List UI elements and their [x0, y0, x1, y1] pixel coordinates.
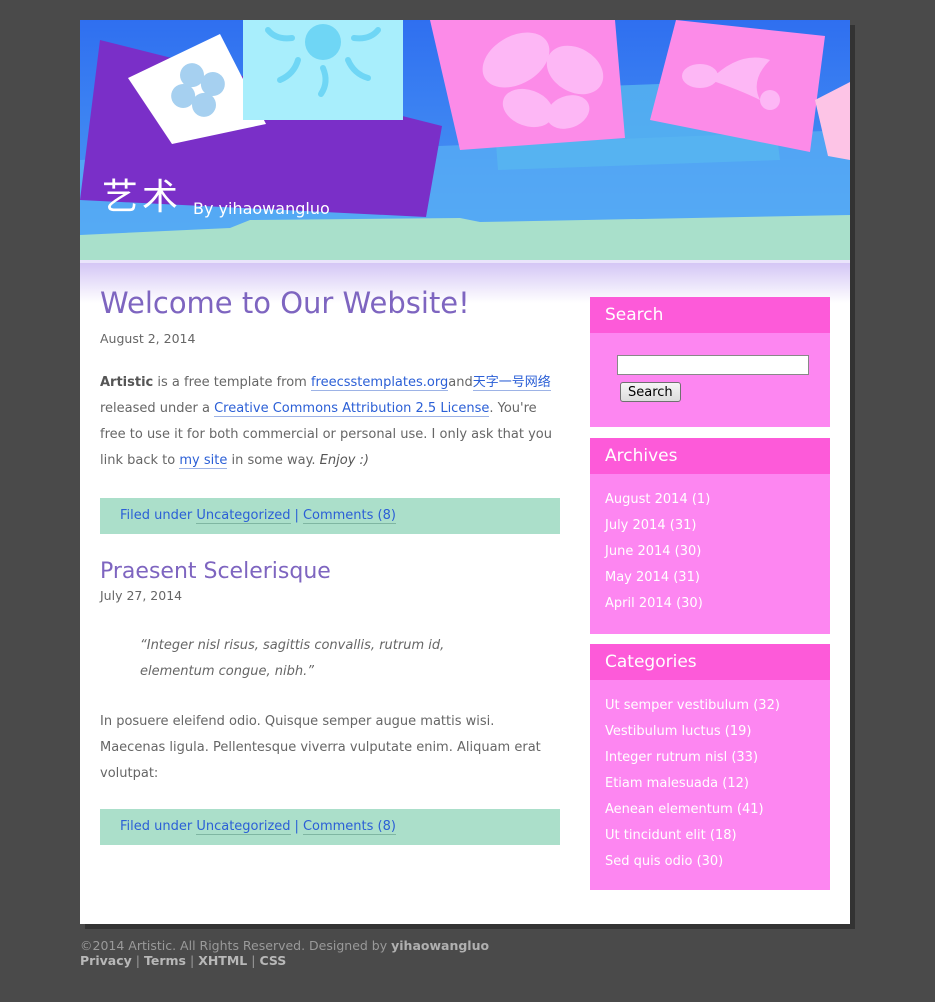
archives-list: August 2014 (1) July 2014 (31) June 2014… — [590, 474, 830, 617]
category-link[interactable]: Uncategorized — [196, 507, 291, 524]
comments-link[interactable]: Comments (8) — [302, 819, 396, 836]
main-content: Welcome to Our Website! August 2, 2014 A… — [100, 287, 560, 846]
link-license[interactable]: Creative Commons Attribution 2.5 License — [214, 400, 490, 417]
post-meta-bar: Filed under Uncategorized | Comments (8) — [100, 809, 560, 846]
archive-item[interactable]: May 2014 (31) — [605, 565, 830, 591]
meta-separator: | — [294, 819, 299, 835]
post-meta-bar: Filed under Uncategorized | Comments (8) — [100, 497, 560, 534]
meta-separator: | — [294, 507, 299, 523]
category-item[interactable]: Sed quis odio (30) — [605, 849, 830, 875]
filed-under-label: Filed under — [120, 819, 197, 835]
header-artwork — [80, 20, 850, 260]
category-item[interactable]: Aenean elementum (41) — [605, 797, 830, 823]
footer-link-css[interactable]: CSS — [259, 953, 286, 968]
site-author: By yihaowangluo — [193, 199, 330, 218]
post-text: released under a — [100, 400, 215, 416]
archive-item[interactable]: April 2014 (30) — [605, 591, 830, 617]
post-paragraph: In posuere eleifend odio. Quisque semper… — [100, 714, 541, 782]
link-freecsstemplates[interactable]: freecsstemplates.org — [310, 374, 449, 391]
site-footer: ©2014 Artistic. All Rights Reserved. Des… — [80, 938, 489, 968]
footer-link-privacy[interactable]: Privacy — [80, 953, 132, 968]
archive-item[interactable]: June 2014 (30) — [605, 539, 830, 565]
category-item[interactable]: Ut semper vestibulum (32) — [605, 693, 830, 719]
archive-item[interactable]: August 2014 (1) — [605, 487, 830, 513]
category-item[interactable]: Ut tincidunt elit (18) — [605, 823, 830, 849]
post-title[interactable]: Praesent Scelerisque — [100, 559, 560, 584]
copyright: ©2014 Artistic. All Rights Reserved. Des… — [80, 938, 489, 953]
category-link[interactable]: Uncategorized — [196, 819, 291, 836]
footer-links: Privacy | Terms | XHTML | CSS — [80, 953, 489, 968]
category-item[interactable]: Vestibulum luctus (19) — [605, 719, 830, 745]
footer-separator: | — [251, 953, 256, 968]
category-item[interactable]: Integer rutrum nisl (33) — [605, 745, 830, 771]
search-button[interactable]: Search — [620, 382, 681, 402]
site-title: 艺术 — [102, 177, 183, 218]
post: Welcome to Our Website! August 2, 2014 A… — [100, 287, 560, 534]
copyright-text: ©2014 Artistic. All Rights Reserved. Des… — [80, 938, 392, 953]
post-date: July 27, 2014 — [100, 588, 183, 604]
post-text: is a free template from — [153, 374, 311, 390]
footer-separator: | — [135, 953, 140, 968]
post-quote: “Integer nisl risus, sagittis convallis,… — [140, 638, 445, 680]
post-text: and — [448, 374, 473, 390]
footer-separator: | — [189, 953, 195, 968]
category-item[interactable]: Etiam malesuada (12) — [605, 771, 830, 797]
archive-item[interactable]: July 2014 (31) — [605, 513, 830, 539]
categories-list: Ut semper vestibulum (32) Vestibulum luc… — [590, 680, 830, 875]
comments-link[interactable]: Comments (8) — [302, 507, 396, 524]
designer-link[interactable]: yihaowangluo — [391, 938, 489, 953]
footer-link-terms[interactable]: Terms — [144, 953, 186, 968]
post: Praesent Scelerisque July 27, 2014 “Inte… — [100, 559, 560, 846]
post-title[interactable]: Welcome to Our Website! — [100, 287, 560, 320]
link-my-site[interactable]: my site — [179, 452, 228, 469]
categories-widget: Categories Ut semper vestibulum (32) Ves… — [590, 644, 830, 890]
post-text: in some way. — [227, 452, 320, 468]
page-wrapper: 艺术 By yihaowangluo Welcome to Our Websit… — [80, 20, 850, 924]
post-strong: Artistic — [100, 374, 154, 390]
footer-link-xhtml[interactable]: XHTML — [198, 953, 247, 968]
search-widget: Search Search — [590, 297, 830, 427]
post-date: August 2, 2014 — [100, 330, 196, 346]
site-header: 艺术 By yihaowangluo — [80, 20, 850, 260]
archives-widget-title: Archives — [590, 438, 830, 474]
search-widget-title: Search — [590, 297, 830, 333]
link-tianzi[interactable]: 天字一号网络 — [472, 374, 551, 391]
filed-under-label: Filed under — [120, 507, 197, 523]
archives-widget: Archives August 2014 (1) July 2014 (31) … — [590, 438, 830, 634]
categories-widget-title: Categories — [590, 644, 830, 680]
post-emphasis: Enjoy :) — [319, 452, 369, 468]
post-body: Artistic is a free template from freecss… — [100, 370, 560, 474]
search-input[interactable] — [617, 355, 809, 375]
